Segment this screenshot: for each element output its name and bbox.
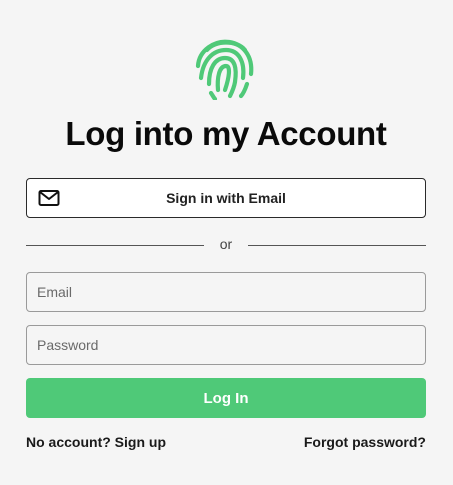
forgot-password-link[interactable]: Forgot password? <box>304 434 426 450</box>
log-in-button[interactable]: Log In <box>26 378 426 418</box>
fingerprint-icon <box>195 39 254 100</box>
divider-text: or <box>219 236 233 252</box>
sign-up-link[interactable]: No account? Sign up <box>26 434 166 450</box>
password-input[interactable] <box>26 325 426 365</box>
mail-icon <box>38 190 60 206</box>
sign-in-with-email-button[interactable]: Sign in with Email <box>26 178 426 218</box>
sign-in-with-email-label: Sign in with Email <box>166 190 286 206</box>
divider-line-left <box>26 245 204 246</box>
divider-line-right <box>248 245 426 246</box>
page-title: Log into my Account <box>65 115 387 152</box>
or-divider: or <box>26 234 426 256</box>
email-input[interactable] <box>26 272 426 312</box>
